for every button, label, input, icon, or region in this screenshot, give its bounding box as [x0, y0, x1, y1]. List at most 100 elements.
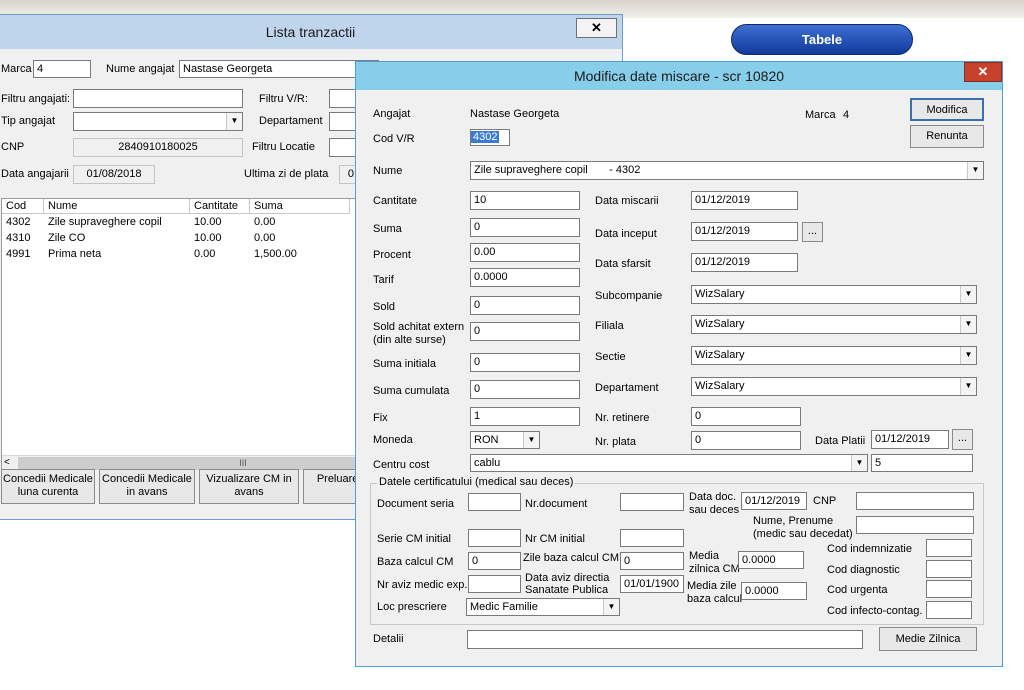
suma-input[interactable]: 0	[470, 218, 580, 237]
moneda-select-value: RON	[474, 434, 499, 446]
cantitate-input[interactable]: 10	[470, 191, 580, 210]
chevron-down-icon: ▼	[960, 286, 976, 303]
baza-calcul-label: Baza calcul CM	[377, 556, 454, 568]
lista-close-button[interactable]: ✕	[576, 18, 617, 38]
row-nume: Zile supraveghere copil	[48, 216, 162, 228]
procent-input[interactable]: 0.00	[470, 243, 580, 262]
filiala-select-value: WizSalary	[695, 318, 745, 330]
nume-select[interactable]: Zile supraveghere copil - 4302 ▼	[470, 161, 984, 180]
nr-document-label: Nr.document	[525, 498, 588, 510]
column-header-suma[interactable]: Suma	[250, 199, 350, 214]
sold-label: Sold	[373, 301, 396, 313]
cnp-label: CNP	[813, 495, 837, 507]
centru-cost-select[interactable]: cablu ▼	[470, 454, 868, 472]
tarif-input[interactable]: 0.0000	[470, 268, 580, 287]
modifica-title: Modifica date miscare - scr 10820	[573, 68, 785, 84]
modifica-button[interactable]: Modifica	[910, 98, 984, 121]
nume-angajat-field[interactable]: Nastase Georgeta	[179, 60, 379, 78]
data-inceput-label: Data inceput	[595, 228, 657, 240]
cod-indemnizatie-input[interactable]	[926, 539, 972, 557]
cnp-input[interactable]	[856, 492, 974, 510]
data-sfarsit-input[interactable]: 01/12/2019	[691, 253, 798, 272]
nr-aviz-input[interactable]	[468, 575, 521, 593]
data-inceput-input[interactable]: 01/12/2019	[691, 222, 798, 241]
row-cantitate: 10.00	[194, 216, 222, 228]
fix-input[interactable]: 1	[470, 407, 580, 426]
cnp-field: 2840910180025	[73, 138, 243, 157]
sectie-select-value: WizSalary	[695, 349, 745, 361]
data-miscarii-input[interactable]: 01/12/2019	[691, 191, 798, 210]
suma-cumulata-input[interactable]: 0	[470, 380, 580, 399]
centru-cost-label: Centru cost	[373, 459, 430, 471]
sold-achitat-input[interactable]: 0	[470, 322, 580, 341]
loc-prescriere-select[interactable]: Medic Familie ▼	[466, 598, 620, 616]
data-inceput-picker-button[interactable]: ...	[802, 222, 823, 242]
detalii-input[interactable]	[467, 630, 863, 649]
chevron-down-icon: ▼	[226, 113, 242, 130]
media-zilnica-label: Media	[689, 550, 719, 562]
subcompanie-select[interactable]: WizSalary ▼	[691, 285, 977, 304]
document-seria-input[interactable]	[468, 493, 521, 511]
baza-calcul-input[interactable]: 0	[468, 552, 521, 570]
cod-infecto-input[interactable]	[926, 601, 972, 619]
modifica-close-button[interactable]: ✕	[964, 62, 1002, 82]
suma-label: Suma	[373, 223, 402, 235]
nr-plata-input[interactable]: 0	[691, 431, 801, 450]
data-aviz-input[interactable]: 01/01/1900	[620, 575, 684, 593]
data-platii-input[interactable]: 01/12/2019	[871, 430, 949, 449]
row-cod: 4310	[6, 232, 31, 244]
angajat-label: Angajat	[373, 108, 411, 120]
column-header-cod[interactable]: Cod	[2, 199, 44, 214]
row-cod: 4302	[6, 216, 31, 228]
column-header-nume[interactable]: Nume	[44, 199, 190, 214]
data-platii-picker-button[interactable]: ...	[952, 429, 973, 450]
cod-diagnostic-label: Cod diagnostic	[827, 564, 900, 576]
fix-label: Fix	[373, 412, 388, 424]
nume-prenume-input[interactable]	[856, 516, 974, 534]
media-zile-input[interactable]: 0.0000	[741, 582, 807, 600]
procent-label: Procent	[373, 249, 411, 261]
cm-luna-curenta-button[interactable]: Concedii Medicale luna curenta	[1, 469, 95, 504]
column-header-cantitate[interactable]: Cantitate	[190, 199, 250, 214]
cm-in-avans-button[interactable]: Concedii Medicale in avans	[99, 469, 195, 504]
nr-retinere-label: Nr. retinere	[595, 412, 650, 424]
cod-urgenta-input[interactable]	[926, 580, 972, 598]
scroll-left-icon[interactable]: <	[4, 457, 10, 468]
sectie-select[interactable]: WizSalary ▼	[691, 346, 977, 365]
media-zilnica-input[interactable]: 0.0000	[738, 551, 804, 569]
nume-prenume-sublabel: (medic sau decedat)	[753, 528, 853, 540]
medie-zilnica-button[interactable]: Medie Zilnica	[879, 627, 977, 651]
zile-baza-input[interactable]: 0	[620, 552, 684, 570]
data-doc-input[interactable]: 01/12/2019	[741, 492, 807, 510]
media-zile-sublabel: baza calcul	[687, 593, 743, 605]
filiala-select[interactable]: WizSalary ▼	[691, 315, 977, 334]
renunta-button[interactable]: Renunta	[910, 125, 984, 148]
cod-urgenta-label: Cod urgenta	[827, 584, 888, 596]
cnp-label: CNP	[1, 141, 25, 153]
departament-select[interactable]: WizSalary ▼	[691, 377, 977, 396]
row-cantitate: 10.00	[194, 232, 222, 244]
vizualizare-cm-button[interactable]: Vizualizare CM in avans	[199, 469, 299, 504]
sold-achitat-sublabel: (din alte surse)	[373, 334, 446, 346]
suma-initiala-input[interactable]: 0	[470, 353, 580, 372]
tabele-button[interactable]: Tabele	[731, 24, 913, 55]
certificat-group-title: Datele certificatului (medical sau deces…	[377, 476, 576, 488]
modifica-titlebar: Modifica date miscare - scr 10820	[356, 62, 1002, 90]
cod-infecto-label: Cod infecto-contag.	[827, 605, 923, 617]
nr-document-input[interactable]	[620, 493, 684, 511]
centru-cost-code-input[interactable]: 5	[871, 454, 973, 472]
nume-prenume-label: Nume, Prenume	[753, 515, 834, 527]
moneda-select[interactable]: RON ▼	[470, 431, 540, 449]
nr-retinere-input[interactable]: 0	[691, 407, 801, 426]
marca-field[interactable]: 4	[33, 60, 91, 78]
nr-cm-input[interactable]	[620, 529, 684, 547]
tip-angajat-select[interactable]: ▼	[73, 112, 243, 131]
loc-prescriere-select-value: Medic Familie	[470, 601, 538, 613]
nume-label: Nume	[373, 165, 403, 177]
sold-input[interactable]: 0	[470, 296, 580, 315]
chevron-down-icon: ▼	[523, 432, 539, 448]
cod-vr-input[interactable]: 4302	[470, 129, 510, 146]
cod-diagnostic-input[interactable]	[926, 560, 972, 578]
filtru-angajati-input[interactable]	[73, 89, 243, 108]
serie-cm-input[interactable]	[468, 529, 521, 547]
